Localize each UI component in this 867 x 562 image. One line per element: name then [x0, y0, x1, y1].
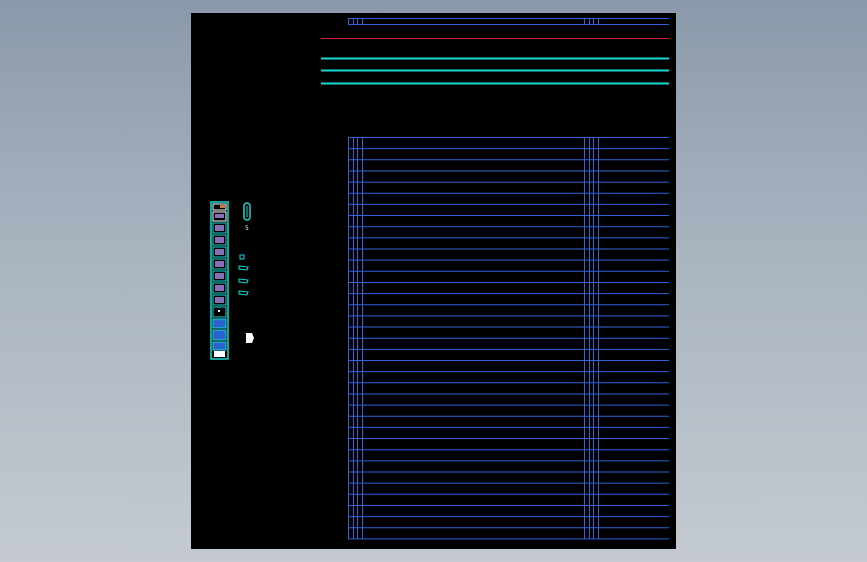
strip-cell-12: [212, 329, 227, 341]
cad-drawing-canvas: 5: [191, 13, 676, 549]
strip-cell-6-fill: [215, 261, 224, 267]
drawing-background: [191, 13, 676, 549]
strip-cell-4-fill: [215, 237, 224, 243]
strip-cell-1-orange: [220, 205, 225, 208]
strip-cell-9-fill: [215, 297, 224, 303]
strip-cell-5-fill: [215, 249, 224, 255]
strip-cell-14: [214, 351, 225, 357]
strip-number-label: 5: [245, 225, 249, 232]
strip-cell-2-purple: [215, 214, 224, 218]
component-strip-icon: [210, 201, 229, 360]
strip-cell-3-fill: [215, 225, 224, 231]
strip-cell-13: [212, 341, 227, 351]
cad-drawing-sheet: 5: [191, 13, 676, 549]
strip-cell-7-fill: [215, 273, 224, 279]
strip-cell-11: [212, 318, 227, 329]
strip-cell-8-fill: [215, 285, 224, 291]
strip-cell-10-white: [218, 310, 220, 312]
